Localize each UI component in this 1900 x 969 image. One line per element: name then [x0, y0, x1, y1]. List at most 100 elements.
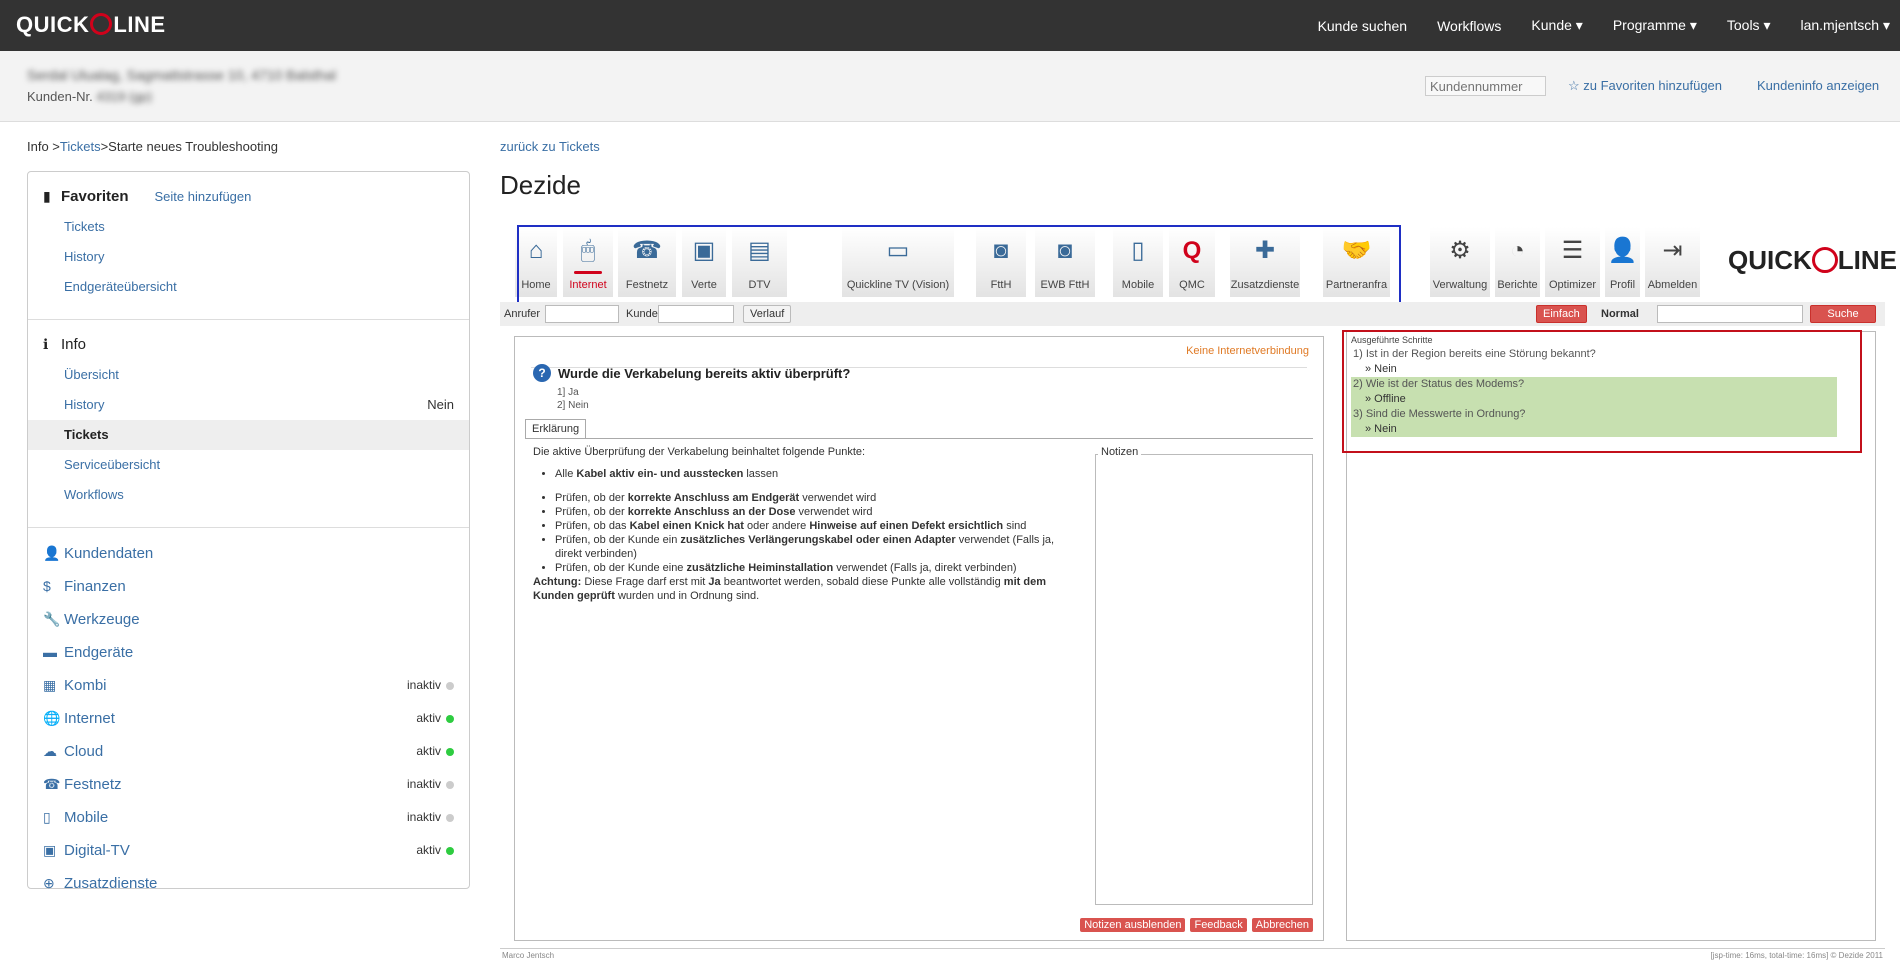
add-favorite-link[interactable]: ☆ zu Favoriten hinzufügen	[1568, 78, 1722, 94]
sidebar-info: ℹ Info Übersicht History Nein Tickets Serv…	[28, 328, 469, 528]
nav-tools-dropdown[interactable]: Tools ▾	[1727, 17, 1771, 34]
explanation-text: Die aktive Überprüfung der Verkabelung b…	[533, 445, 1083, 603]
fav-item-tickets[interactable]: Tickets	[28, 212, 469, 242]
suche-button[interactable]: Suche	[1810, 305, 1876, 323]
sidebar-festnetz[interactable]: ☎ Festnetz inaktiv	[28, 768, 469, 801]
info-item-workflows[interactable]: Workflows	[28, 480, 469, 510]
customer-number: Kunden-Nr. 4319 (gp)	[27, 89, 153, 104]
answer-nein[interactable]: 2] Nein	[557, 399, 589, 412]
admin-profil[interactable]: 👤 Profil	[1605, 227, 1640, 297]
status-dot	[446, 747, 454, 756]
fav-item-history[interactable]: History	[28, 242, 469, 272]
sidebar-kombi[interactable]: ▦ Kombi inaktiv	[28, 669, 469, 702]
answer-ja[interactable]: 1] Ja	[557, 386, 589, 399]
notes-textarea[interactable]	[1095, 454, 1313, 905]
kunde-input[interactable]	[658, 305, 734, 323]
customer-info-link[interactable]: Kundeninfo anzeigen	[1757, 78, 1879, 93]
film-icon: ▣	[43, 842, 57, 858]
sidebar-cloud[interactable]: ☁ Cloud aktiv	[28, 735, 469, 768]
problem-label: Keine Internetverbindung	[1186, 345, 1309, 357]
sidebar-endgeraete[interactable]: ▬ Endgeräte	[28, 636, 469, 669]
question-text: Wurde die Verkabelung bereits aktiv über…	[558, 366, 851, 381]
einfach-button[interactable]: Einfach	[1536, 305, 1587, 323]
top-nav-menu: Kunde suchen Workflows Kunde ▾ Programme…	[1318, 0, 1900, 51]
sidebar-internet[interactable]: 🌐 Internet aktiv	[28, 702, 469, 735]
info-item-history[interactable]: History Nein	[28, 390, 469, 420]
dollar-icon: $	[43, 578, 51, 594]
sidebar-favorites: ▮ Favoriten Seite hinzufügen Tickets Histo…	[28, 180, 469, 320]
anrufer-input[interactable]	[545, 305, 619, 323]
tab-erklaerung[interactable]: Erklärung	[525, 419, 587, 439]
search-input[interactable]	[1657, 305, 1803, 323]
status-badge: aktiv	[416, 702, 454, 735]
status-dot	[446, 681, 454, 690]
tab-divider	[525, 438, 1313, 439]
customer-number-search-input[interactable]	[1425, 76, 1546, 96]
status-badge: aktiv	[416, 834, 454, 867]
nav-kunde-dropdown[interactable]: Kunde ▾	[1531, 17, 1582, 34]
sidebar-finanzen[interactable]: $ Finanzen	[28, 570, 469, 603]
status-dot	[446, 846, 454, 855]
mobile-icon: ▯	[43, 809, 51, 825]
sliders-icon: ☰	[1561, 237, 1584, 264]
status-badge: aktiv	[416, 735, 454, 768]
nav-kunde-suchen[interactable]: Kunde suchen	[1318, 18, 1408, 34]
page-title: Dezide	[500, 170, 581, 200]
customer-name: Serdal Ulualag, Sagmattstrasse 10, 4710 …	[27, 67, 336, 83]
info-item-tickets[interactable]: Tickets	[28, 420, 469, 450]
footer: Marco Jentsch [jsp-time: 16ms, total-tim…	[500, 948, 1885, 964]
normal-button[interactable]: Normal	[1594, 305, 1646, 323]
nav-programme-dropdown[interactable]: Programme ▾	[1613, 17, 1697, 34]
sidebar-digital-tv[interactable]: ▣ Digital-TV aktiv	[28, 834, 469, 867]
annotation-red-box	[1342, 330, 1862, 453]
nav-workflows[interactable]: Workflows	[1437, 18, 1501, 34]
back-to-tickets-link[interactable]: zurück zu Tickets	[500, 139, 600, 154]
customer-header: Serdal Ulualag, Sagmattstrasse 10, 4710 …	[0, 51, 1900, 122]
hide-notes-button[interactable]: Notizen ausblenden	[1080, 918, 1186, 932]
question-panel: Keine Internetverbindung ? Wurde die Ver…	[514, 336, 1324, 941]
gear-icon: ⚙	[1449, 237, 1471, 264]
user-icon: 👤	[43, 545, 61, 561]
gift-icon: ▦	[43, 677, 57, 693]
info-item-uebersicht[interactable]: Übersicht	[28, 360, 469, 390]
verlauf-button[interactable]: Verlauf	[743, 305, 792, 323]
admin-berichte[interactable]: ◔ Berichte	[1495, 227, 1540, 297]
sidebar-zusatzdienste[interactable]: ⊕ Zusatzdienste	[28, 867, 469, 900]
sidebar-werkzeuge[interactable]: 🔧 Werkzeuge	[28, 603, 469, 636]
info-item-serviceuebersicht[interactable]: Serviceübersicht	[28, 450, 469, 480]
status-dot	[446, 714, 454, 723]
breadcrumb-tickets-link[interactable]: Tickets	[60, 139, 101, 154]
sidebar-main-nav: 👤 Kundendaten $ Finanzen 🔧 Werkzeuge ▬ Endge…	[28, 528, 469, 900]
answer-options: 1] Ja 2] Nein	[557, 386, 589, 412]
pie-chart-icon: ◔	[1510, 237, 1525, 264]
info-icon: ℹ	[43, 335, 49, 352]
dezide-subbar: Anrufer Kunde Verlauf Einfach Normal Suc…	[500, 302, 1885, 326]
status-badge: inaktiv	[407, 768, 454, 801]
admin-abmelden[interactable]: ⇥ Abmelden	[1645, 227, 1700, 297]
status-dot	[446, 780, 454, 789]
cancel-button[interactable]: Abbrechen	[1251, 918, 1313, 932]
nav-user-menu[interactable]: lan.mjentsch ▾	[1800, 17, 1890, 34]
wrench-icon: 🔧	[43, 611, 61, 627]
admin-optimizer[interactable]: ☰ Optimizer	[1545, 227, 1600, 297]
breadcrumb: Info >Tickets>Starte neues Troubleshooti…	[27, 139, 279, 154]
status-dot	[446, 813, 454, 822]
admin-verwaltung[interactable]: ⚙ Verwaltung	[1430, 227, 1490, 297]
fav-item-endgeraete[interactable]: Endgeräteübersicht	[28, 272, 469, 302]
notes-label: Notizen	[1098, 446, 1142, 458]
feedback-button[interactable]: Feedback	[1190, 918, 1247, 932]
panel-buttons: Notizen ausblenden Feedback Abbrechen	[1075, 918, 1313, 932]
quickline-logo-toolbar: QUICK LINE	[1728, 245, 1898, 275]
quickline-logo[interactable]: QUICK LINE	[16, 12, 166, 38]
logo-q-ring	[1811, 247, 1838, 274]
add-page-link[interactable]: Seite hinzufügen	[155, 189, 252, 204]
cloud-icon: ☁	[43, 743, 57, 759]
status-badge: inaktiv	[407, 801, 454, 834]
device-icon: ▬	[43, 644, 57, 660]
sidebar-kundendaten[interactable]: 👤 Kundendaten	[28, 537, 469, 570]
phone-icon: ☎	[43, 776, 61, 792]
sidebar-mobile[interactable]: ▯ Mobile inaktiv	[28, 801, 469, 834]
annotation-blue-box	[517, 225, 1401, 306]
globe-icon: 🌐	[43, 710, 61, 726]
logo-q-ring	[90, 13, 113, 36]
